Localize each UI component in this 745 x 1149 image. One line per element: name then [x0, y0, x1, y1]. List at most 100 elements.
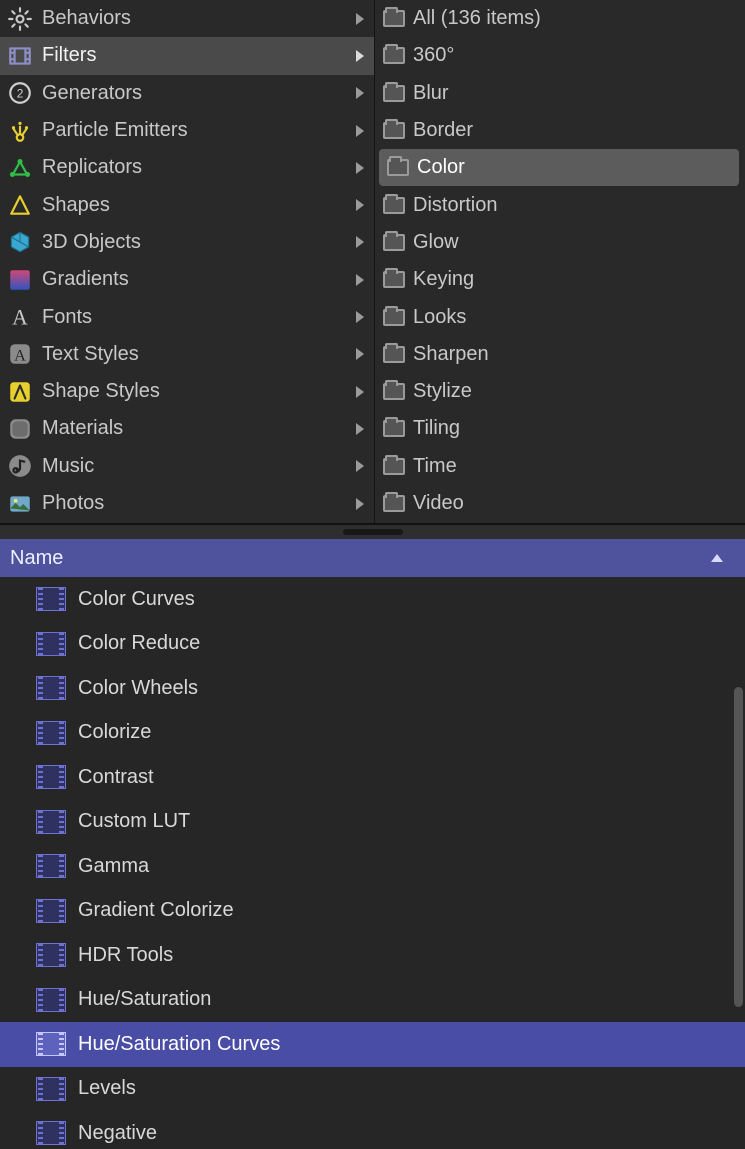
library-item-label: Custom LUT [78, 810, 190, 833]
pen-box-icon [6, 378, 34, 406]
library-subcategory-sharpen[interactable]: Sharpen [375, 336, 745, 373]
filter-item-icon [36, 587, 66, 611]
pane-resize-handle[interactable] [0, 525, 745, 539]
pen-icon [6, 191, 34, 219]
list-header[interactable]: Name [0, 539, 745, 577]
library-item-row[interactable]: HDR Tools [0, 933, 745, 978]
library-category-generators[interactable]: 2Generators [0, 75, 374, 112]
library-subcategory-stylize[interactable]: Stylize [375, 373, 745, 410]
folder-icon [383, 234, 405, 251]
library-category-shapes[interactable]: Shapes [0, 186, 374, 223]
library-item-row[interactable]: Levels [0, 1067, 745, 1112]
list-header-name-label: Name [10, 547, 711, 570]
scrollbar-thumb[interactable] [734, 687, 743, 1007]
library-category-music[interactable]: Music [0, 448, 374, 485]
library-item-row[interactable]: Contrast [0, 755, 745, 800]
filter-item-icon [36, 988, 66, 1012]
library-subcategory-blur[interactable]: Blur [375, 75, 745, 112]
library-category-particle-emitters[interactable]: Particle Emitters [0, 112, 374, 149]
subcategory-label: Looks [413, 306, 745, 329]
library-subcategory-all-136-items-[interactable]: All (136 items) [375, 0, 745, 37]
library-subcategory-border[interactable]: Border [375, 112, 745, 149]
filter-item-icon [36, 632, 66, 656]
folder-icon [383, 197, 405, 214]
library-item-label: Color Wheels [78, 677, 198, 700]
library-item-row[interactable]: Hue/Saturation Curves [0, 1022, 745, 1067]
disclosure-arrow-icon [356, 87, 364, 99]
subcategory-label: Color [417, 156, 739, 179]
folder-icon [383, 122, 405, 139]
library-item-row[interactable]: Gamma [0, 844, 745, 889]
disclosure-arrow-icon [356, 199, 364, 211]
library-item-row[interactable]: Colorize [0, 711, 745, 756]
library-item-row[interactable]: Hue/Saturation [0, 978, 745, 1023]
disclosure-arrow-icon [356, 236, 364, 248]
badge2-icon: 2 [6, 79, 34, 107]
folder-icon [383, 10, 405, 27]
svg-text:2: 2 [17, 87, 24, 101]
library-category-behaviors[interactable]: Behaviors [0, 0, 374, 37]
library-category-materials[interactable]: Materials [0, 410, 374, 447]
disclosure-arrow-icon [356, 348, 364, 360]
library-item-row[interactable]: Custom LUT [0, 800, 745, 845]
sort-ascending-icon [711, 554, 723, 562]
library-category-photos[interactable]: Photos [0, 485, 374, 522]
svg-text:A: A [12, 306, 28, 330]
library-item-label: Colorize [78, 721, 151, 744]
fontA-icon: A [6, 303, 34, 331]
library-item-row[interactable]: Gradient Colorize [0, 889, 745, 934]
folder-icon [383, 383, 405, 400]
library-item-row[interactable]: Color Reduce [0, 622, 745, 667]
library-item-row[interactable]: Negative [0, 1111, 745, 1149]
library-browser-top: Behaviors Filters 2GeneratorsParticle Emit… [0, 0, 745, 525]
filter-item-icon [36, 899, 66, 923]
library-subcategory-glow[interactable]: Glow [375, 224, 745, 261]
library-subcategory-360-[interactable]: 360° [375, 37, 745, 74]
library-subcategory-time[interactable]: Time [375, 448, 745, 485]
library-item-label: Negative [78, 1122, 157, 1145]
filter-item-icon [36, 1077, 66, 1101]
folder-icon [383, 458, 405, 475]
library-category-3d-objects[interactable]: 3D Objects [0, 224, 374, 261]
library-item-label: Color Reduce [78, 632, 200, 655]
filter-item-icon [36, 676, 66, 700]
fontA-box-icon: A [6, 340, 34, 368]
library-subcategory-keying[interactable]: Keying [375, 261, 745, 298]
library-category-text-styles[interactable]: AText Styles [0, 336, 374, 373]
library-subcategory-color[interactable]: Color [379, 149, 739, 186]
subcategory-label: Time [413, 455, 745, 478]
folder-icon [383, 346, 405, 363]
library-category-shape-styles[interactable]: Shape Styles [0, 373, 374, 410]
subcategory-label: Video [413, 492, 745, 515]
category-label: Gradients [42, 268, 348, 291]
library-item-label: Gamma [78, 855, 149, 878]
category-label: 3D Objects [42, 231, 348, 254]
folder-icon [383, 47, 405, 64]
disclosure-arrow-icon [356, 274, 364, 286]
disclosure-arrow-icon [356, 386, 364, 398]
library-items-list: Color Curves Color Reduce Color Wheels Colo… [0, 577, 745, 1149]
disclosure-arrow-icon [356, 50, 364, 62]
library-category-fonts[interactable]: AFonts [0, 298, 374, 335]
library-subcategory-video[interactable]: Video [375, 485, 745, 522]
library-item-label: Contrast [78, 766, 154, 789]
library-item-row[interactable]: Color Wheels [0, 666, 745, 711]
category-label: Filters [42, 44, 348, 67]
grad-icon [6, 266, 34, 294]
photo-icon [6, 490, 34, 518]
folder-icon [387, 159, 409, 176]
category-label: Shapes [42, 194, 348, 217]
library-items-pane: Name Color Curves Color Reduce Color Wheel… [0, 539, 745, 1149]
material-icon [6, 415, 34, 443]
library-subcategory-distortion[interactable]: Distortion [375, 186, 745, 223]
library-subcategory-tiling[interactable]: Tiling [375, 410, 745, 447]
library-subcategory-looks[interactable]: Looks [375, 298, 745, 335]
gear-icon [6, 5, 34, 33]
emitter-icon [6, 117, 34, 145]
library-subcategories-column: All (136 items)360°BlurBorder Color Distor… [375, 0, 745, 523]
library-category-filters[interactable]: Filters [0, 37, 374, 74]
library-item-row[interactable]: Color Curves [0, 577, 745, 622]
category-label: Replicators [42, 156, 348, 179]
library-category-gradients[interactable]: Gradients [0, 261, 374, 298]
library-category-replicators[interactable]: Replicators [0, 149, 374, 186]
